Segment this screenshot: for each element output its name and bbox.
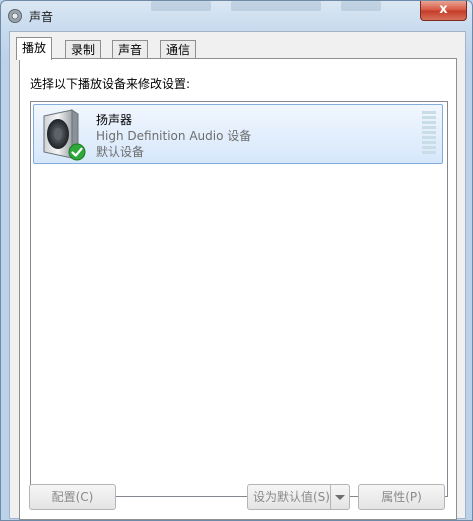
instruction-text: 选择以下播放设备来修改设置: bbox=[30, 77, 191, 91]
set-default-button[interactable]: 设为默认值(S) bbox=[247, 484, 350, 510]
volume-level-meter bbox=[422, 111, 436, 155]
background-blur bbox=[231, 1, 321, 11]
sound-dialog: 声音 x 播放 录制 声音 通信 选择以下播放设备来修改设置: 扬声器 High… bbox=[0, 0, 473, 521]
device-list[interactable]: 扬声器 High Definition Audio 设备 默认设备 bbox=[30, 101, 448, 497]
title-bar[interactable]: 声音 x bbox=[1, 1, 472, 31]
configure-button[interactable]: 配置(C) bbox=[29, 484, 116, 510]
window-title: 声音 bbox=[29, 10, 54, 24]
tab-communications[interactable]: 通信 bbox=[160, 40, 197, 59]
device-description: High Definition Audio 设备 bbox=[96, 129, 252, 143]
background-blur bbox=[341, 1, 381, 11]
tab-playback[interactable]: 播放 bbox=[16, 37, 53, 60]
dialog-body: 播放 录制 声音 通信 选择以下播放设备来修改设置: 扬声器 High Defi… bbox=[9, 31, 466, 520]
properties-button[interactable]: 属性(P) bbox=[358, 484, 445, 510]
device-status: 默认设备 bbox=[96, 145, 145, 159]
chevron-down-icon[interactable] bbox=[330, 485, 349, 509]
playback-panel: 选择以下播放设备来修改设置: 扬声器 High Definition Audio… bbox=[19, 58, 457, 520]
close-button[interactable]: x bbox=[420, 1, 467, 21]
tab-sounds[interactable]: 声音 bbox=[112, 40, 149, 59]
check-icon bbox=[68, 143, 86, 161]
tab-recording[interactable]: 录制 bbox=[65, 40, 102, 59]
set-default-label: 设为默认值(S) bbox=[253, 490, 330, 504]
background-blur bbox=[151, 1, 211, 11]
device-item-speaker[interactable]: 扬声器 High Definition Audio 设备 默认设备 bbox=[33, 104, 443, 164]
speaker-icon bbox=[8, 9, 22, 23]
device-name: 扬声器 bbox=[96, 113, 133, 127]
